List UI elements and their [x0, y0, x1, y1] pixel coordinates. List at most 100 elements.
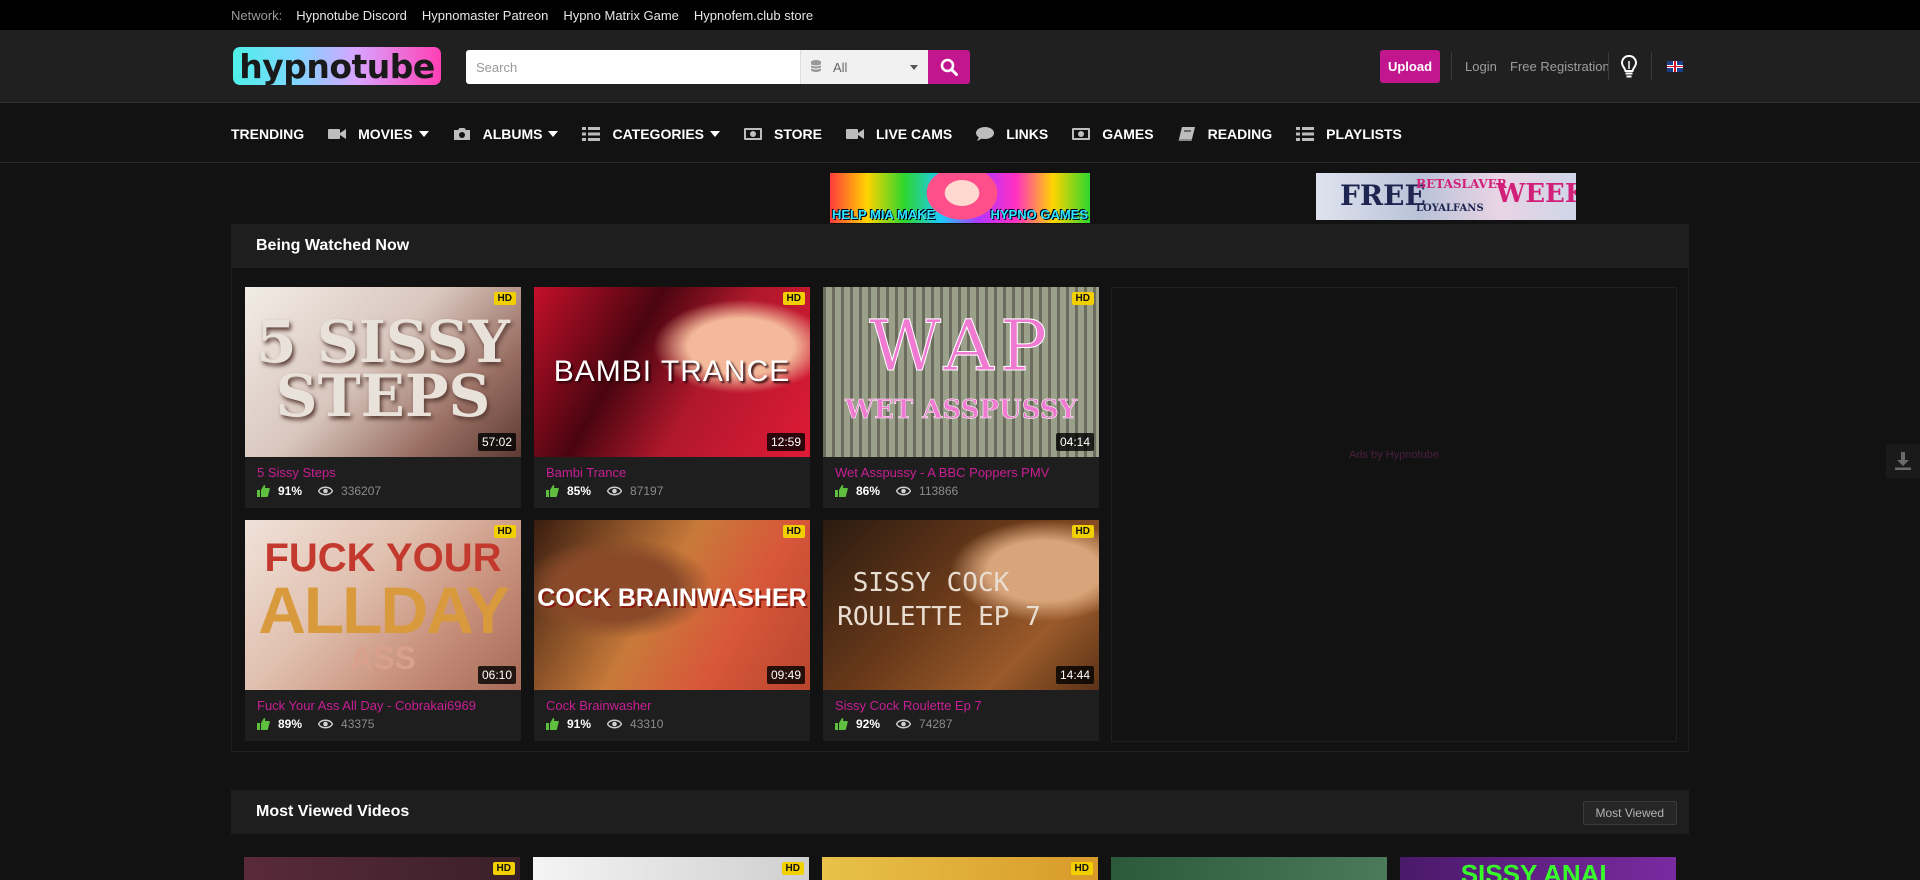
chevron-down-icon [910, 65, 918, 70]
video-rating: 85% [567, 484, 592, 498]
site-header: hypnotube All Upload Login Free Registra… [0, 30, 1920, 103]
video-stats: 92% 74287 [835, 717, 952, 731]
video-thumbnail[interactable]: SISSY COCK ROULETTE EP 7 HD 14:44 [823, 520, 1099, 690]
thumbnail-caption: ALLDAY [258, 573, 510, 647]
network-link-discord[interactable]: Hypnotube Discord [296, 8, 407, 23]
site-logo[interactable]: hypnotube [233, 47, 441, 86]
register-link[interactable]: Free Registration [1510, 59, 1610, 74]
video-card[interactable]: 5 SISSY STEPS HD 57:02 5 Sissy Steps 91%… [245, 287, 521, 508]
list-icon [582, 126, 601, 141]
video-thumbnail[interactable]: HD [244, 857, 520, 880]
search-category-select[interactable]: All [800, 50, 928, 84]
lightbulb-icon[interactable] [1620, 55, 1638, 79]
video-thumbnail[interactable]: 5 SISSY STEPS HD 57:02 [245, 287, 521, 457]
nav-trending[interactable]: TRENDING [231, 126, 304, 142]
section-title: Being Watched Now [231, 224, 1689, 268]
video-card[interactable]: SISSY COCK ROULETTE EP 7 HD 14:44 Sissy … [823, 520, 1099, 741]
thumbs-up-icon [257, 718, 270, 730]
thumbnail-caption: WAP [868, 305, 1054, 388]
video-card[interactable]: COCK BRAINWASHER HD 09:49 Cock Brainwash… [534, 520, 810, 741]
nav-games[interactable]: GAMES [1072, 126, 1154, 142]
ad-slot: Ads by Hypnotube [1111, 287, 1677, 742]
nav-playlists[interactable]: PLAYLISTS [1296, 126, 1402, 142]
video-stats: 86% 113866 [835, 484, 958, 498]
hd-badge: HD [493, 525, 516, 538]
ad-label[interactable]: Ads by Hypnotube [1349, 449, 1439, 461]
money-icon [744, 127, 763, 140]
nav-store[interactable]: STORE [744, 126, 822, 142]
being-watched-grid: 5 SISSY STEPS HD 57:02 5 Sissy Steps 91%… [231, 268, 1689, 752]
video-thumbnail[interactable]: SISSY ANAL [1400, 857, 1676, 880]
banner-text: HELP MIA MAKE [832, 207, 936, 222]
video-title[interactable]: Wet Asspussy - A BBC Poppers PMV [835, 465, 1049, 480]
nav-label: ALBUMS [482, 125, 543, 142]
hd-badge: HD [492, 862, 515, 875]
upload-button[interactable]: Upload [1380, 50, 1440, 83]
network-link-patreon[interactable]: Hypnomaster Patreon [422, 8, 548, 23]
video-thumbnail[interactable]: BAMBI TRANCE HD 12:59 [534, 287, 810, 457]
nav-categories[interactable]: CATEGORIES [582, 126, 721, 142]
video-rating: 92% [856, 717, 881, 731]
video-stats: 85% 87197 [546, 484, 663, 498]
search-input[interactable] [466, 50, 800, 84]
hd-badge: HD [493, 292, 516, 305]
video-title[interactable]: Sissy Cock Roulette Ep 7 [835, 698, 982, 713]
video-views: 87197 [630, 484, 664, 498]
video-rating: 89% [278, 717, 303, 731]
video-card[interactable]: WAP WET ASSPUSSY HD 04:14 Wet Asspussy -… [823, 287, 1099, 508]
network-link-store[interactable]: Hypnofem.club store [694, 8, 813, 23]
search-category-value: All [833, 59, 848, 75]
search-button[interactable] [928, 50, 970, 84]
banner-betaslaver-week[interactable]: FREE BETASLAVER LOYALFANS WEEK [1316, 173, 1576, 220]
network-link-matrix-game[interactable]: Hypno Matrix Game [563, 8, 679, 23]
money-icon [1072, 127, 1091, 140]
search-icon [940, 58, 958, 76]
video-thumbnail[interactable]: COCK BRAINWASHER HD 09:49 [534, 520, 810, 690]
side-download-button[interactable] [1886, 444, 1920, 478]
nav-live-cams[interactable]: LIVE CAMS [846, 126, 952, 142]
video-duration: 09:49 [766, 666, 805, 684]
video-title[interactable]: Bambi Trance [546, 465, 626, 480]
video-title[interactable]: Fuck Your Ass All Day - Cobrakai6969 [257, 698, 476, 713]
video-thumbnail[interactable]: WAP WET ASSPUSSY HD 04:14 [823, 287, 1099, 457]
video-stats: 91% 43310 [546, 717, 663, 731]
thumbnail-caption: WET ASSPUSSY [844, 395, 1078, 426]
video-thumbnail[interactable] [1111, 857, 1387, 880]
video-title[interactable]: Cock Brainwasher [546, 698, 652, 713]
hd-badge: HD [1071, 525, 1094, 538]
nav-label: PLAYLISTS [1326, 125, 1402, 142]
nav-label: LINKS [1006, 125, 1049, 142]
banner-hypno-games[interactable]: HELP MIA MAKE HYPNO GAMES [830, 173, 1090, 223]
video-thumbnail[interactable]: HD [822, 857, 1098, 880]
video-title[interactable]: 5 Sissy Steps [257, 465, 336, 480]
nav-movies[interactable]: MOVIES [328, 126, 429, 142]
nav-reading[interactable]: READING [1178, 125, 1273, 142]
chevron-down-icon [710, 130, 721, 137]
thumbnail-caption: SISSY COCK [852, 568, 1010, 598]
eye-icon [896, 719, 912, 729]
header-divider [1451, 52, 1452, 80]
video-duration: 12:59 [766, 433, 805, 451]
video-thumbnail[interactable]: HD [533, 857, 809, 880]
eye-icon [318, 719, 334, 729]
eye-icon [607, 486, 623, 496]
video-views: 74287 [919, 717, 953, 731]
search-bar: All [466, 50, 970, 84]
section-title-text: Most Viewed Videos [256, 803, 410, 820]
uk-flag-icon[interactable] [1667, 61, 1683, 72]
video-thumbnail[interactable]: FUCK YOUR ALLDAY ASS HD 06:10 [245, 520, 521, 690]
video-views: 113866 [919, 484, 959, 498]
video-card[interactable]: FUCK YOUR ALLDAY ASS HD 06:10 Fuck Your … [245, 520, 521, 741]
hd-badge: HD [1070, 862, 1093, 875]
nav-links[interactable]: LINKS [976, 126, 1048, 142]
banner-text: FREE [1340, 179, 1426, 212]
login-link[interactable]: Login [1465, 59, 1497, 74]
thumbs-up-icon [835, 718, 848, 730]
nav-label: READING [1207, 125, 1273, 142]
nav-albums[interactable]: ALBUMS [453, 126, 559, 142]
video-card[interactable]: BAMBI TRANCE HD 12:59 Bambi Trance 85% 8… [534, 287, 810, 508]
hd-badge: HD [1071, 292, 1094, 305]
thumbnail-caption: SISSY ANAL [1460, 859, 1616, 880]
sort-most-viewed-button[interactable]: Most Viewed [1582, 801, 1677, 825]
thumbs-up-icon [546, 485, 559, 497]
